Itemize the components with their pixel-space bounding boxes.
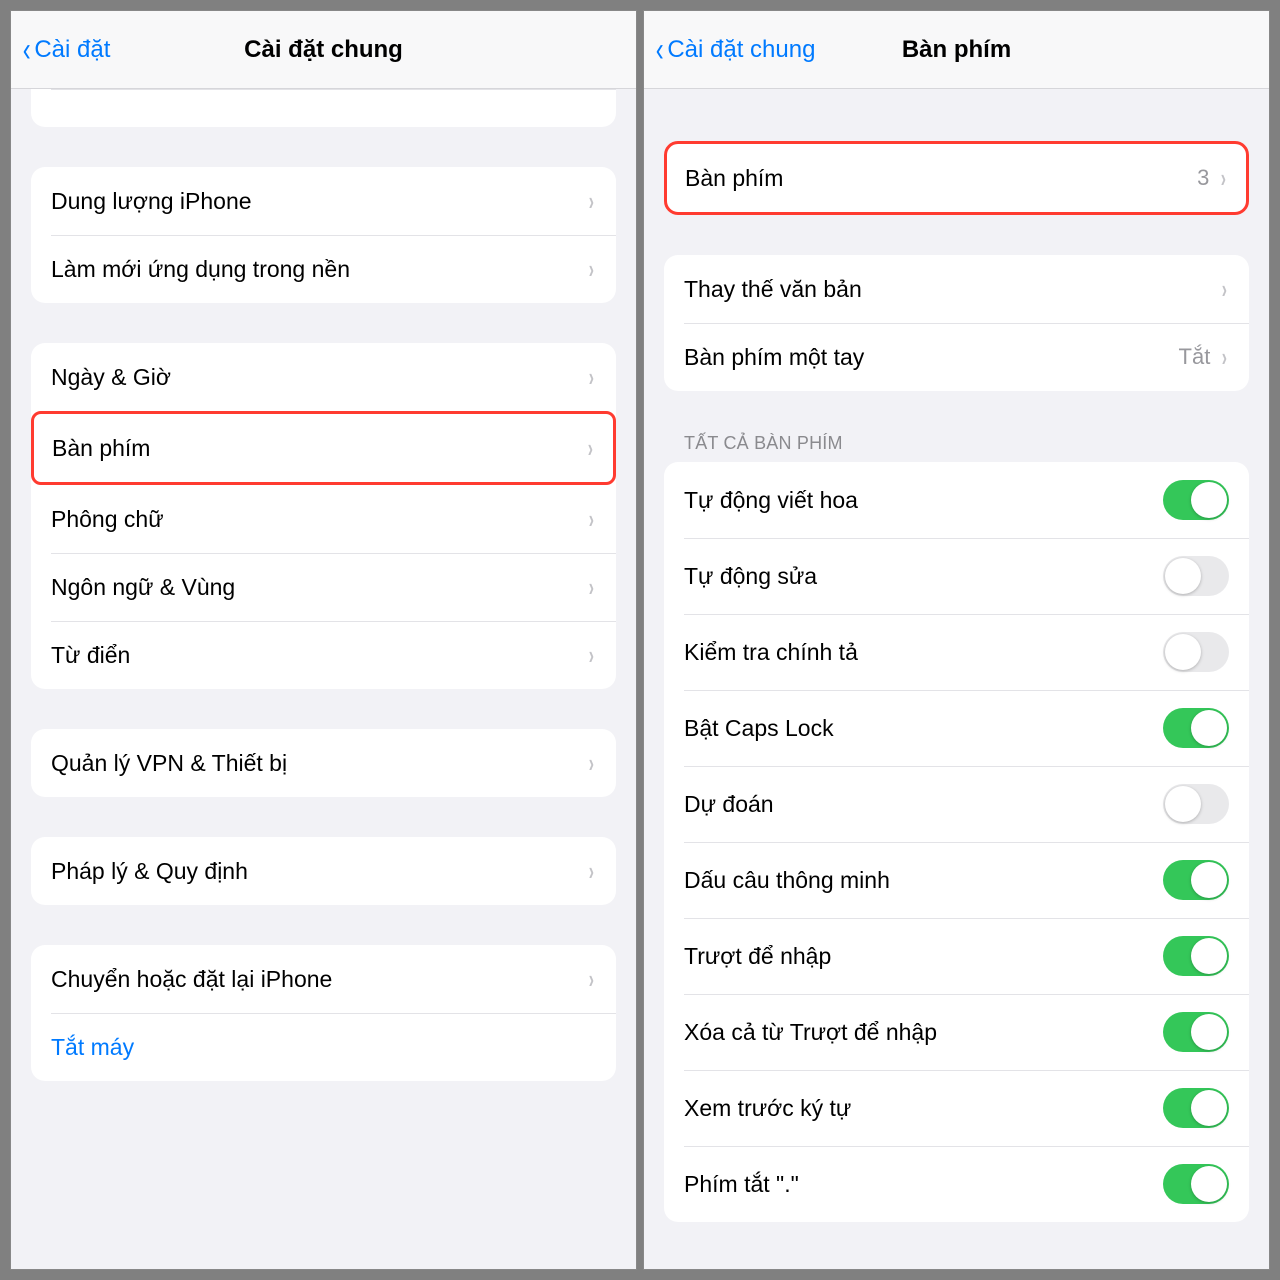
- row-label: Pháp lý & Quy định: [51, 858, 587, 885]
- toggle-switch[interactable]: [1163, 556, 1229, 596]
- chevron-right-icon: ›: [1222, 276, 1227, 302]
- row-label: Thay thế văn bản: [684, 276, 1220, 303]
- group-vpn: Quản lý VPN & Thiết bị ›: [31, 729, 616, 797]
- chevron-left-icon: ‹: [656, 33, 664, 67]
- partial-row: [31, 89, 616, 127]
- row-toggle[interactable]: Xóa cả từ Trượt để nhập: [664, 994, 1249, 1070]
- chevron-left-icon: ‹: [23, 33, 31, 67]
- row-label: Bàn phím một tay: [684, 344, 1179, 371]
- chevron-right-icon: ›: [589, 188, 594, 214]
- chevron-right-icon: ›: [588, 435, 593, 461]
- navbar-left: ‹ Cài đặt Cài đặt chung: [11, 11, 636, 89]
- row-iphone-storage[interactable]: Dung lượng iPhone ›: [31, 167, 616, 235]
- row-shutdown[interactable]: Tắt máy: [31, 1013, 616, 1081]
- group-legal: Pháp lý & Quy định ›: [31, 837, 616, 905]
- row-toggle[interactable]: Tự động viết hoa: [664, 462, 1249, 538]
- row-label: Dự đoán: [684, 791, 1163, 818]
- row-label: Tự động sửa: [684, 563, 1163, 590]
- row-label: Bàn phím: [685, 165, 1197, 192]
- row-label: Xóa cả từ Trượt để nhập: [684, 1019, 1163, 1046]
- chevron-right-icon: ›: [589, 966, 594, 992]
- toggle-switch[interactable]: [1163, 1164, 1229, 1204]
- row-label: Từ điển: [51, 642, 587, 669]
- toggle-switch[interactable]: [1163, 708, 1229, 748]
- section-header: TẤT CẢ BÀN PHÍM: [664, 433, 1249, 454]
- highlight-keyboards: Bàn phím 3 ›: [664, 141, 1249, 215]
- back-label: Cài đặt chung: [667, 36, 815, 64]
- row-language-region[interactable]: Ngôn ngữ & Vùng ›: [31, 553, 616, 621]
- group-storage: Dung lượng iPhone › Làm mới ứng dụng tro…: [31, 167, 616, 303]
- highlight-keyboard: Bàn phím ›: [31, 411, 616, 485]
- row-label: Ngày & Giờ: [51, 364, 587, 391]
- toggle-switch[interactable]: [1163, 480, 1229, 520]
- row-label: Trượt để nhập: [684, 943, 1163, 970]
- row-date-time[interactable]: Ngày & Giờ ›: [31, 343, 616, 411]
- chevron-right-icon: ›: [589, 642, 594, 668]
- row-toggle[interactable]: Dấu câu thông minh: [664, 842, 1249, 918]
- toggle-switch[interactable]: [1163, 1088, 1229, 1128]
- row-label: Dấu câu thông minh: [684, 867, 1163, 894]
- row-label: Chuyển hoặc đặt lại iPhone: [51, 966, 587, 993]
- row-label: Ngôn ngữ & Vùng: [51, 574, 587, 601]
- chevron-right-icon: ›: [589, 574, 594, 600]
- row-label: Quản lý VPN & Thiết bị: [51, 750, 587, 777]
- row-value: 3: [1197, 165, 1209, 191]
- row-keyboards[interactable]: Bàn phím 3 ›: [667, 144, 1246, 212]
- row-label: Bàn phím: [52, 435, 586, 462]
- row-transfer-reset[interactable]: Chuyển hoặc đặt lại iPhone ›: [31, 945, 616, 1013]
- page-title: Cài đặt chung: [244, 36, 403, 64]
- back-label: Cài đặt: [34, 36, 110, 64]
- group-reset: Chuyển hoặc đặt lại iPhone › Tắt máy: [31, 945, 616, 1081]
- row-toggle[interactable]: Kiểm tra chính tả: [664, 614, 1249, 690]
- toggle-switch[interactable]: [1163, 1012, 1229, 1052]
- row-label: Phím tắt ".": [684, 1171, 1163, 1198]
- page-title: Bàn phím: [902, 36, 1011, 64]
- content-left: Dung lượng iPhone › Làm mới ứng dụng tro…: [11, 89, 636, 1269]
- row-label: Tự động viết hoa: [684, 487, 1163, 514]
- toggle-switch[interactable]: [1163, 784, 1229, 824]
- row-toggle[interactable]: Trượt để nhập: [664, 918, 1249, 994]
- row-text-replacement[interactable]: Thay thế văn bản ›: [664, 255, 1249, 323]
- row-toggle[interactable]: Phím tắt ".": [664, 1146, 1249, 1222]
- row-label: Tắt máy: [51, 1034, 596, 1061]
- left-screen: ‹ Cài đặt Cài đặt chung Dung lượng iPhon…: [10, 10, 637, 1270]
- chevron-right-icon: ›: [589, 364, 594, 390]
- row-label: Bật Caps Lock: [684, 715, 1163, 742]
- row-toggle[interactable]: Bật Caps Lock: [664, 690, 1249, 766]
- row-fonts[interactable]: Phông chữ ›: [31, 485, 616, 553]
- row-dictionary[interactable]: Từ điển ›: [31, 621, 616, 689]
- row-background-refresh[interactable]: Làm mới ứng dụng trong nền ›: [31, 235, 616, 303]
- row-toggle[interactable]: Xem trước ký tự: [664, 1070, 1249, 1146]
- chevron-right-icon: ›: [589, 256, 594, 282]
- toggle-switch[interactable]: [1163, 936, 1229, 976]
- row-toggle[interactable]: Tự động sửa: [664, 538, 1249, 614]
- right-screen: ‹ Cài đặt chung Bàn phím Bàn phím 3 › Th…: [643, 10, 1270, 1270]
- content-right: Bàn phím 3 › Thay thế văn bản › Bàn phím…: [644, 89, 1269, 1269]
- row-label: Kiểm tra chính tả: [684, 639, 1163, 666]
- chevron-right-icon: ›: [1221, 165, 1226, 191]
- row-toggle[interactable]: Dự đoán: [664, 766, 1249, 842]
- row-legal[interactable]: Pháp lý & Quy định ›: [31, 837, 616, 905]
- back-button[interactable]: ‹ Cài đặt: [21, 33, 110, 67]
- row-keyboard[interactable]: Bàn phím ›: [34, 414, 613, 482]
- row-label: Phông chữ: [51, 506, 587, 533]
- back-button[interactable]: ‹ Cài đặt chung: [654, 33, 815, 67]
- chevron-right-icon: ›: [589, 858, 594, 884]
- toggle-switch[interactable]: [1163, 632, 1229, 672]
- group-keyboards: Bàn phím 3 ›: [664, 141, 1249, 215]
- row-one-handed[interactable]: Bàn phím một tay Tắt ›: [664, 323, 1249, 391]
- group-toggles: Tự động viết hoa Tự động sửa Kiểm tra chín…: [664, 462, 1249, 1222]
- group-datetime: Ngày & Giờ › Bàn phím › Phông chữ › Ngôn…: [31, 343, 616, 689]
- row-label: Làm mới ứng dụng trong nền: [51, 256, 587, 283]
- chevron-right-icon: ›: [589, 506, 594, 532]
- row-label: Xem trước ký tự: [684, 1095, 1163, 1122]
- toggle-switch[interactable]: [1163, 860, 1229, 900]
- group-text-replace: Thay thế văn bản › Bàn phím một tay Tắt …: [664, 255, 1249, 391]
- chevron-right-icon: ›: [589, 750, 594, 776]
- chevron-right-icon: ›: [1222, 344, 1227, 370]
- row-label: Dung lượng iPhone: [51, 188, 587, 215]
- row-vpn-device[interactable]: Quản lý VPN & Thiết bị ›: [31, 729, 616, 797]
- row-value: Tắt: [1179, 344, 1211, 370]
- navbar-right: ‹ Cài đặt chung Bàn phím: [644, 11, 1269, 89]
